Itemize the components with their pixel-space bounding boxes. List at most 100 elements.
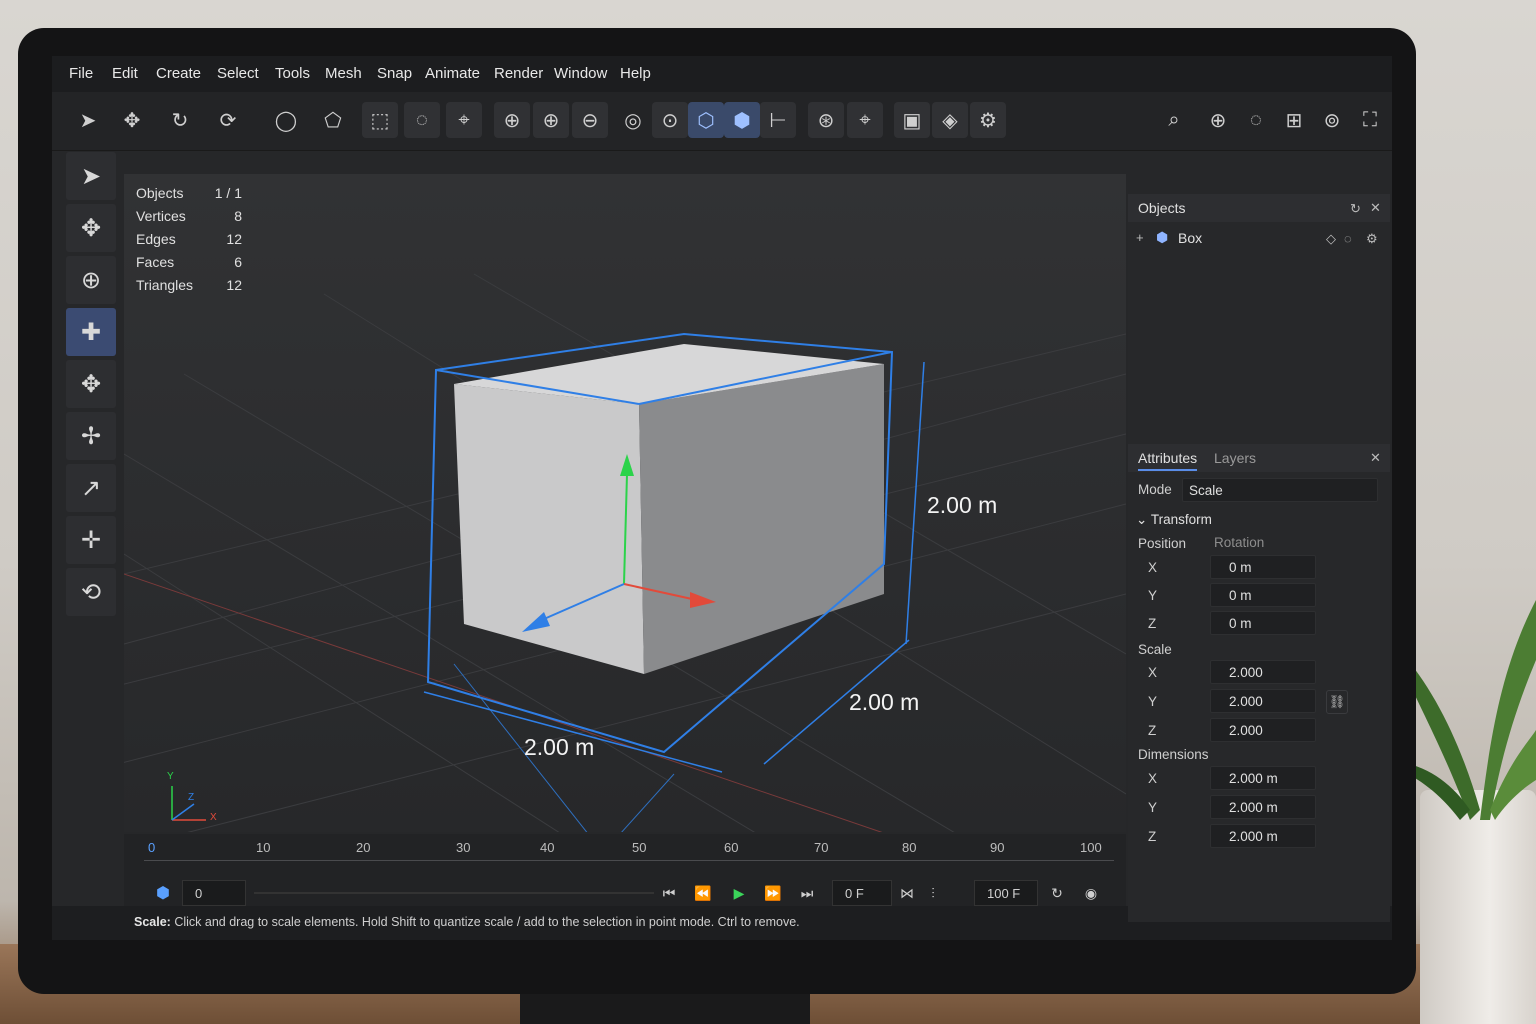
scale-z-label: Z	[1148, 723, 1157, 738]
menu-create[interactable]: Create	[156, 65, 201, 82]
scale-x-field[interactable]: 2.000	[1210, 660, 1316, 684]
menu-tools[interactable]: Tools	[275, 65, 310, 82]
transform-tool-icon[interactable]: ✥	[66, 360, 116, 408]
crosshair-icon[interactable]: ⌖	[847, 102, 883, 138]
link-scale-icon[interactable]: ⛓	[1326, 690, 1348, 714]
start-frame-field[interactable]: 0	[182, 880, 246, 906]
add-point-icon[interactable]: ⊛	[808, 102, 844, 138]
play-icon[interactable]: ▶	[726, 881, 752, 905]
3d-viewport[interactable]: Objects 1 / 1 Vertices 8 Edges 12 Faces 6 Tr…	[124, 174, 1126, 832]
tab-attributes[interactable]: Attributes	[1138, 450, 1198, 471]
refresh-icon[interactable]: ↻	[1350, 201, 1361, 217]
timeline-tick: 100	[1080, 840, 1102, 855]
keyframe-cube-icon[interactable]: ⬢	[152, 882, 174, 904]
target-tool-icon[interactable]: ⊕	[66, 256, 116, 304]
polygon-select-icon[interactable]: ⬠	[315, 102, 351, 138]
range-slider[interactable]	[254, 892, 654, 894]
rotate-icon[interactable]: ↻	[162, 102, 198, 138]
menu-render[interactable]: Render	[494, 65, 543, 82]
left-toolbar: ➤ ✥ ⊕ ✚ ✥ ✢ ↗ ✛ ⟲	[64, 152, 118, 622]
grid-icon[interactable]: ⊞	[1276, 102, 1312, 138]
dimensions-y-field[interactable]: 2.000 m	[1210, 795, 1316, 819]
go-to-end-icon[interactable]: ⏭	[794, 881, 820, 905]
orbit-tool-icon[interactable]: ⟲	[66, 568, 116, 616]
timeline[interactable]: 0 10 20 30 40 50 60 70 80 90 100 ⬢ 0 ⏮ ⏪…	[124, 834, 1126, 914]
dimensions-x-label: X	[1148, 771, 1158, 786]
current-frame-field[interactable]: 0 F	[832, 880, 892, 906]
lock-icon[interactable]: ◌	[1344, 231, 1352, 246]
dimensions-x-field[interactable]: 2.000 m	[1210, 766, 1316, 790]
path-select-icon[interactable]: ⌖	[446, 102, 482, 138]
menu-mesh[interactable]: Mesh	[325, 65, 362, 82]
depth-dimension-label: 2.00 m	[849, 689, 920, 715]
position-z-field[interactable]: 0 m	[1210, 611, 1316, 635]
menu-animate[interactable]: Animate	[425, 65, 480, 82]
lasso-icon[interactable]: ◯	[268, 102, 304, 138]
object-axis-icon[interactable]: ⬡	[688, 102, 724, 138]
settings-icon[interactable]: ⚙	[1366, 231, 1378, 247]
move-icon[interactable]: ✥	[114, 102, 150, 138]
align-icon[interactable]: ⊢	[760, 102, 796, 138]
camera-icon[interactable]: ⊚	[1314, 102, 1350, 138]
mode-select[interactable]: Scale	[1182, 478, 1378, 502]
visibility-icon[interactable]: ◇	[1326, 231, 1336, 247]
position-z-label: Z	[1148, 616, 1157, 631]
scale-y-label: Y	[1148, 694, 1158, 709]
move-tool-icon[interactable]: ✥	[66, 204, 116, 252]
scale-y-field[interactable]: 2.000	[1210, 689, 1316, 713]
keyframe-icon[interactable]: ⋈	[894, 881, 920, 905]
previous-frame-icon[interactable]: ⏪	[690, 881, 716, 905]
record-icon[interactable]: ◉	[1078, 881, 1104, 905]
select-arrow-icon[interactable]: ➤	[70, 102, 106, 138]
menu-edit[interactable]: Edit	[112, 65, 138, 82]
transform-section[interactable]: ⌄ Transform	[1136, 512, 1212, 528]
loop-icon[interactable]: ↻	[1044, 881, 1070, 905]
cube-front-icon[interactable]: ▣	[894, 102, 930, 138]
cube-settings-icon[interactable]: ⚙	[970, 102, 1006, 138]
scale-label: Scale	[1138, 642, 1172, 657]
rotate-snap-icon[interactable]: ⊖	[572, 102, 608, 138]
redo-rotate-icon[interactable]: ⟳	[210, 102, 246, 138]
box-select-icon[interactable]: ⬚	[362, 102, 398, 138]
pivot-icon[interactable]: ◎	[615, 102, 651, 138]
orbit-icon[interactable]: ◌	[1238, 102, 1274, 138]
menu-bar: File Edit Create Select Tools Mesh Snap …	[52, 56, 1392, 92]
zoom-icon[interactable]: ⊕	[1200, 102, 1236, 138]
scale-z-field[interactable]: 2.000	[1210, 718, 1316, 742]
box-mesh	[454, 344, 884, 674]
stat-vertices: Vertices 8	[136, 208, 242, 224]
next-frame-icon[interactable]: ⏩	[760, 881, 786, 905]
tab-layers[interactable]: Layers	[1214, 450, 1256, 466]
mode-label: Mode	[1138, 482, 1172, 497]
expand-icon[interactable]: +	[1136, 230, 1144, 245]
axis-tool-icon[interactable]: ✢	[66, 412, 116, 460]
pivot-tool-icon[interactable]: ✛	[66, 516, 116, 564]
select-tool-icon[interactable]: ➤	[66, 152, 116, 200]
go-to-start-icon[interactable]: ⏮	[656, 881, 682, 905]
dimensions-z-field[interactable]: 2.000 m	[1210, 824, 1316, 848]
menu-window[interactable]: Window	[554, 65, 607, 82]
position-y-field[interactable]: 0 m	[1210, 583, 1316, 607]
bend-tool-icon[interactable]: ↗	[66, 464, 116, 512]
object-name: Box	[1178, 230, 1203, 246]
scale-tool-icon[interactable]: ✚	[66, 308, 116, 356]
objects-panel-header: Objects ↻ ✕	[1128, 194, 1390, 222]
menu-snap[interactable]: Snap	[377, 65, 412, 82]
menu-file[interactable]: File	[69, 65, 93, 82]
cube-side-icon[interactable]: ◈	[932, 102, 968, 138]
close-icon[interactable]: ✕	[1370, 200, 1381, 216]
close-attributes-icon[interactable]: ✕	[1370, 450, 1381, 466]
search-icon[interactable]: ⌕	[1156, 102, 1192, 138]
maximize-icon[interactable]: ⛶	[1352, 102, 1388, 138]
move-snap-icon[interactable]: ⊕	[533, 102, 569, 138]
scale-snap-icon[interactable]: ⊕	[494, 102, 530, 138]
menu-select[interactable]: Select	[217, 65, 259, 82]
key-settings-icon[interactable]: ⫶	[920, 881, 946, 905]
menu-help[interactable]: Help	[620, 65, 651, 82]
local-axis-icon[interactable]: ⊙	[652, 102, 688, 138]
circle-select-icon[interactable]: ◌	[404, 102, 440, 138]
object-row-box[interactable]: + ⬢ Box ◇ ◌ ⚙	[1128, 226, 1390, 250]
end-frame-field[interactable]: 100 F	[974, 880, 1038, 906]
cube-axis-icon[interactable]: ⬢	[724, 102, 760, 138]
position-x-field[interactable]: 0 m	[1210, 555, 1316, 579]
